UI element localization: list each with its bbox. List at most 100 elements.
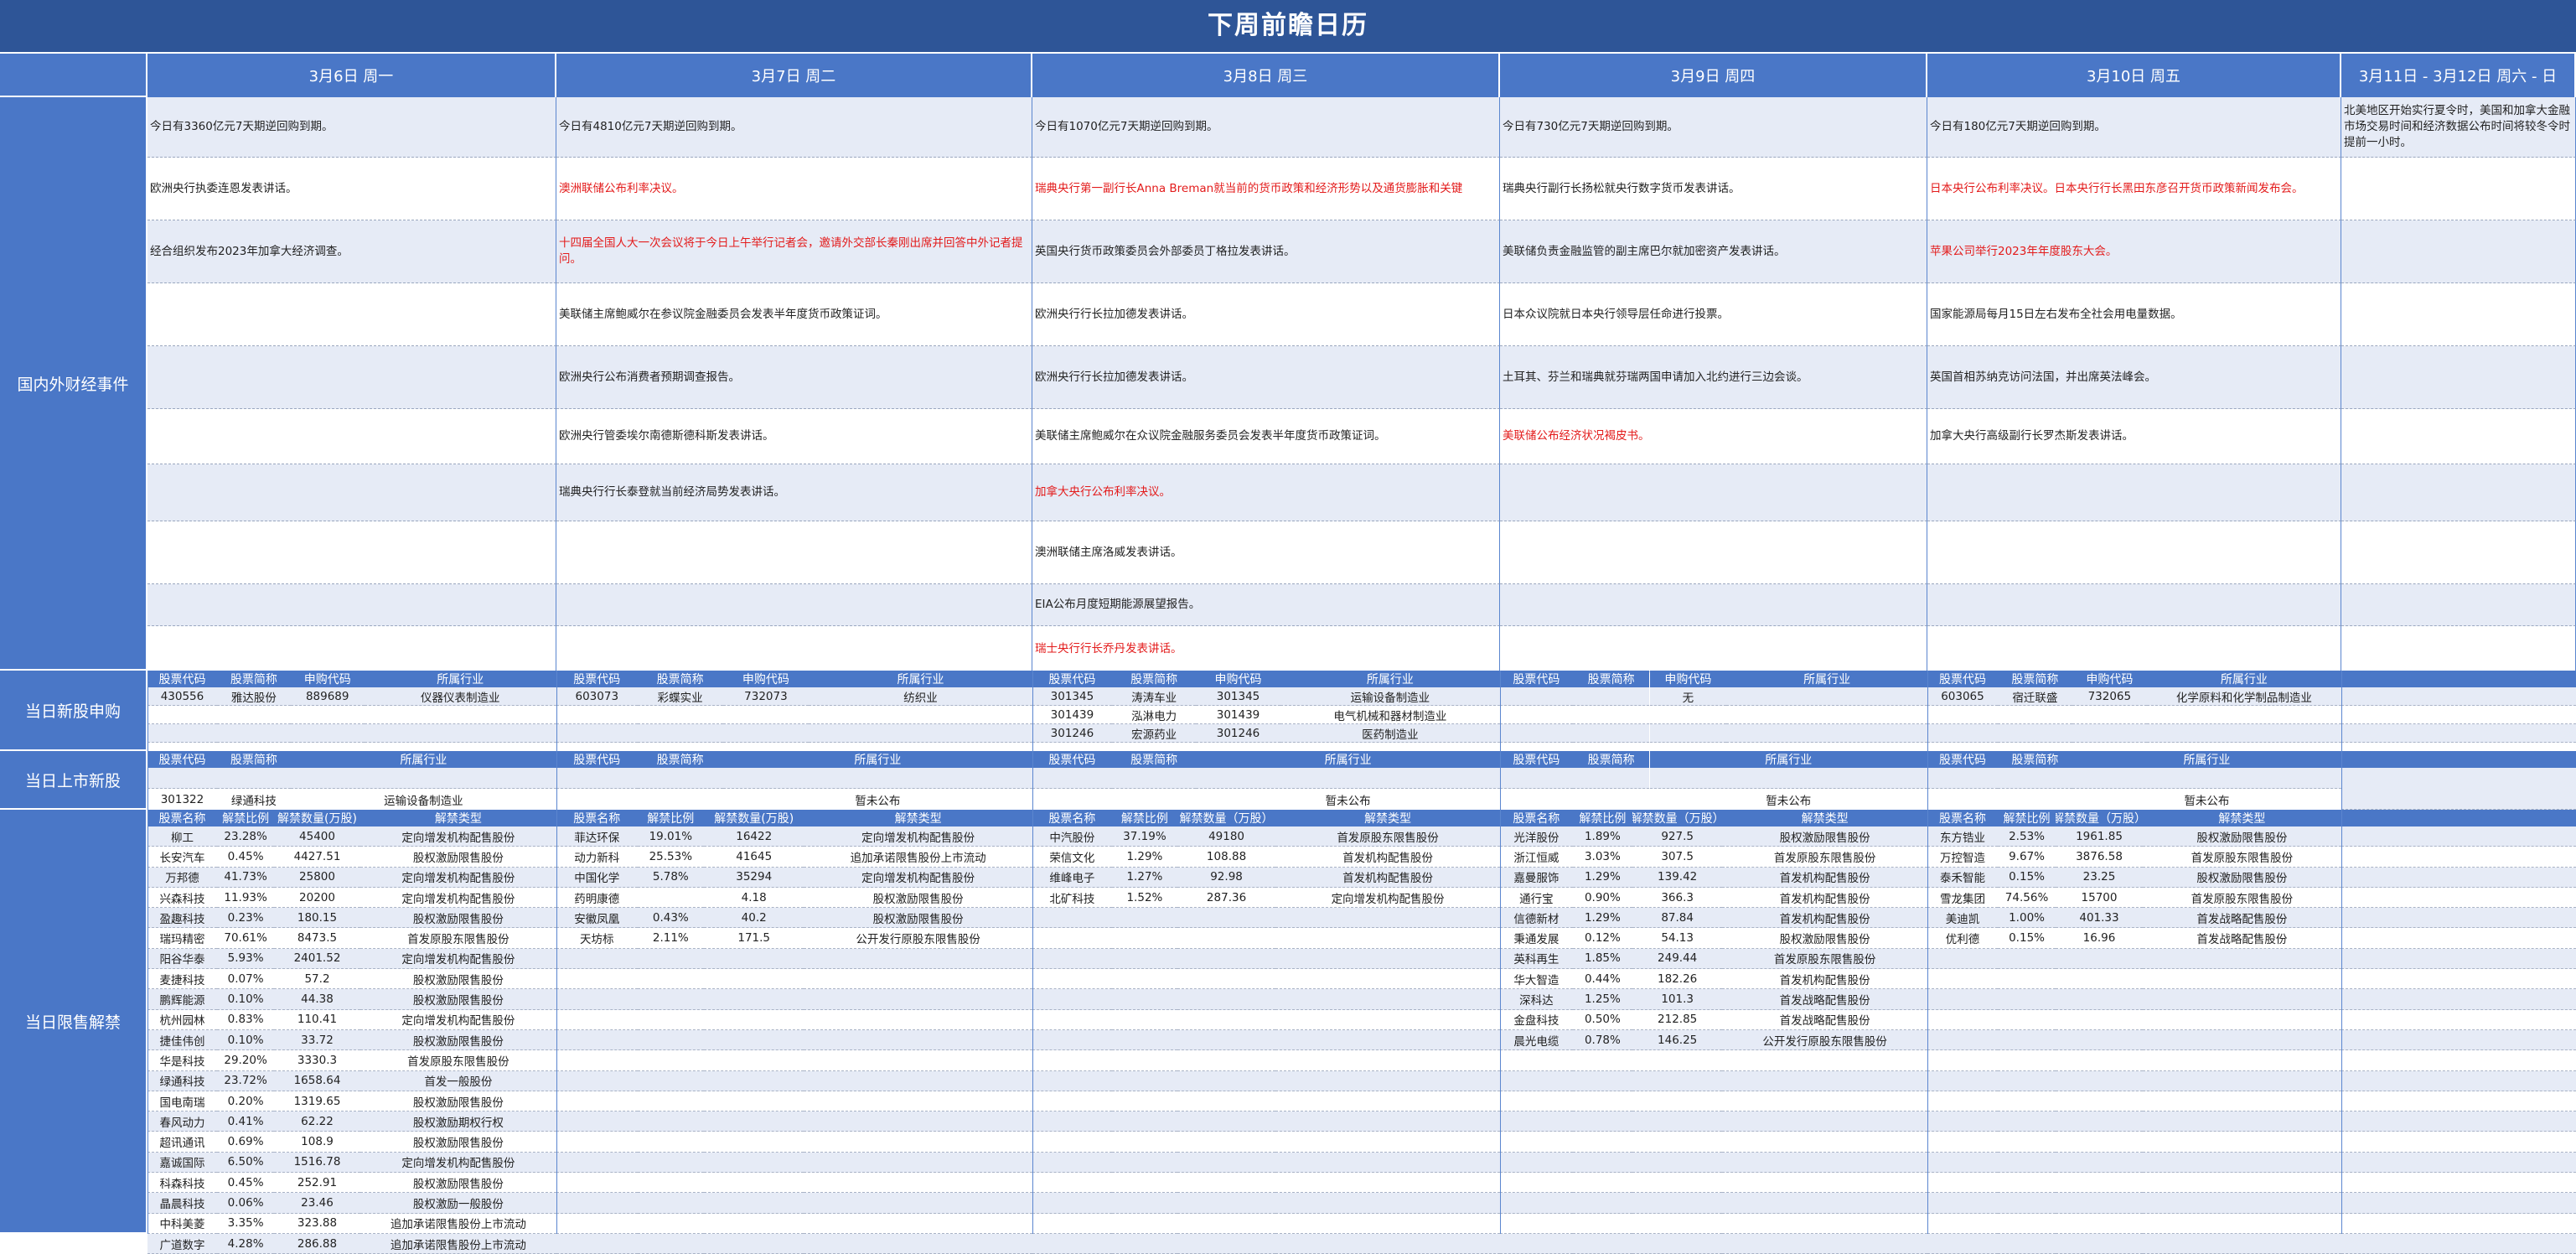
lockup-header: 股票名称 <box>556 810 638 826</box>
lockup-empty <box>704 1132 804 1153</box>
lockup-cell: 70.61% <box>216 928 275 949</box>
lockup-cell: 中科美菱 <box>147 1213 217 1234</box>
event-cell <box>2341 409 2576 464</box>
lockup-cell: 瑞玛精密 <box>147 928 217 949</box>
lockup-cell: 天坊标 <box>556 928 638 949</box>
ipo-header: 股票简称 <box>1111 671 1197 687</box>
lockup-cell: 首发机构配售股份 <box>1722 867 1927 888</box>
lockup-empty <box>1111 1070 1177 1091</box>
lockup-empty <box>1275 1234 1500 1254</box>
lockup-empty <box>1997 1009 2056 1030</box>
listing-cell <box>1111 789 1197 811</box>
lockup-empty <box>1927 1193 1998 1214</box>
event-cell <box>2341 158 2576 220</box>
lockup-empty <box>2142 1213 2341 1234</box>
lockup-header: 解禁类型 <box>360 810 556 826</box>
lockup-empty <box>1177 908 1276 929</box>
lockup-empty <box>2056 989 2143 1010</box>
lockup-cell: 科森科技 <box>147 1173 217 1194</box>
lockup-empty <box>1927 1173 1998 1194</box>
page-title: 下周前瞻日历 <box>0 0 2576 52</box>
lockup-empty <box>704 948 804 970</box>
lockup-cell: 9.67% <box>1997 847 2056 868</box>
listing-header: 股票代码 <box>1500 751 1573 768</box>
lockup-cell: 401.33 <box>2056 908 2143 929</box>
lockup-cell: 0.83% <box>216 1009 275 1030</box>
lockup-empty <box>1722 1173 1927 1194</box>
ipo-header: 所属行业 <box>1726 671 1927 687</box>
listing-cell <box>1572 768 1650 789</box>
lockup-empty <box>2142 1112 2341 1132</box>
event-cell: 英国首相苏纳克访问法国，并出席英法峰会。 <box>1927 346 2341 409</box>
ipo-header: 股票简称 <box>216 671 291 687</box>
lockup-empty <box>637 1132 705 1153</box>
lockup-cell: 0.50% <box>1572 1009 1633 1030</box>
lockup-empty <box>1177 1234 1276 1254</box>
lockup-cell: 华是科技 <box>147 1050 217 1071</box>
lockup-cell: 1961.85 <box>2056 826 2143 847</box>
ipo-cell <box>1500 687 1573 706</box>
lockup-cell: 优利德 <box>1927 928 1998 949</box>
lockup-empty <box>1275 1213 1500 1234</box>
lockup-cell: 万邦德 <box>147 867 217 888</box>
lockup-empty <box>1500 1193 1573 1214</box>
lockup-cell: 荣信文化 <box>1032 847 1112 868</box>
listing-header: 股票简称 <box>1572 751 1650 768</box>
ipo-cell <box>2146 724 2341 743</box>
lockup-cell: 1516.78 <box>274 1152 360 1174</box>
lockup-empty <box>1722 1213 1927 1234</box>
event-cell: 澳洲联储公布利率决议。 <box>556 158 1032 220</box>
lockup-empty <box>637 1152 705 1174</box>
ipo-cell <box>147 724 217 743</box>
lockup-empty <box>2341 1009 2576 1030</box>
lockup-cell: 0.12% <box>1572 928 1633 949</box>
lockup-empty <box>1997 948 2056 970</box>
lockup-header: 解禁数量(万股) <box>704 810 804 826</box>
day-header: 3月6日 周一 <box>147 54 556 97</box>
lockup-empty <box>2056 1091 2143 1112</box>
ipo-cell <box>637 724 723 743</box>
event-cell: 欧洲央行执委连恩发表讲话。 <box>147 158 556 220</box>
event-cell <box>556 626 1032 672</box>
lockup-cell: 35294 <box>704 867 804 888</box>
lockup-header-extra <box>2341 810 2576 826</box>
lockup-empty <box>1500 1091 1573 1112</box>
lockup-empty <box>1111 948 1177 970</box>
lockup-cell: 追加承诺限售股份上市流动 <box>360 1234 556 1254</box>
lockup-empty <box>1927 1091 1998 1112</box>
event-cell <box>556 584 1032 626</box>
lockup-empty <box>1500 1173 1573 1194</box>
lockup-cell: 通行宝 <box>1500 887 1573 909</box>
ipo-cell: 泓淋电力 <box>1111 706 1197 724</box>
lockup-empty <box>1500 1234 1573 1254</box>
lockup-empty <box>1927 948 1998 970</box>
listing-header: 所属行业 <box>722 751 1032 768</box>
listing-cell <box>556 789 638 811</box>
lockup-empty <box>804 1030 1032 1051</box>
ipo-cell <box>1997 724 2072 743</box>
lockup-empty <box>2056 1050 2143 1071</box>
lockup-cell: 首发原股东限售股份 <box>2142 887 2341 909</box>
lockup-cell: 2.11% <box>637 928 705 949</box>
ipo-header-extra <box>2341 671 2576 687</box>
lockup-empty <box>556 1050 638 1071</box>
lockup-empty <box>556 1152 638 1174</box>
lockup-empty <box>1177 1152 1276 1174</box>
lockup-empty <box>1032 1050 1112 1071</box>
lockup-cell: 101.3 <box>1632 989 1723 1010</box>
lockup-empty <box>1275 1152 1500 1174</box>
ipo-cell: 301246 <box>1196 724 1280 743</box>
listing-cell <box>2072 768 2341 789</box>
event-cell: 瑞典央行副行长扬松就央行数字货币发表讲话。 <box>1500 158 1927 220</box>
lockup-empty <box>1032 1070 1112 1091</box>
ipo-cell: 雅达股份 <box>216 687 291 706</box>
lockup-empty <box>2341 908 2576 929</box>
lockup-cell: 323.88 <box>274 1213 360 1234</box>
lockup-empty <box>1997 1152 2056 1174</box>
listing-cell <box>1927 789 1998 811</box>
lockup-empty <box>2056 1070 2143 1091</box>
event-cell <box>147 346 556 409</box>
lockup-empty <box>804 948 1032 970</box>
lockup-cell: 首发原股东限售股份 <box>360 1050 556 1071</box>
ipo-cell <box>1572 687 1650 706</box>
